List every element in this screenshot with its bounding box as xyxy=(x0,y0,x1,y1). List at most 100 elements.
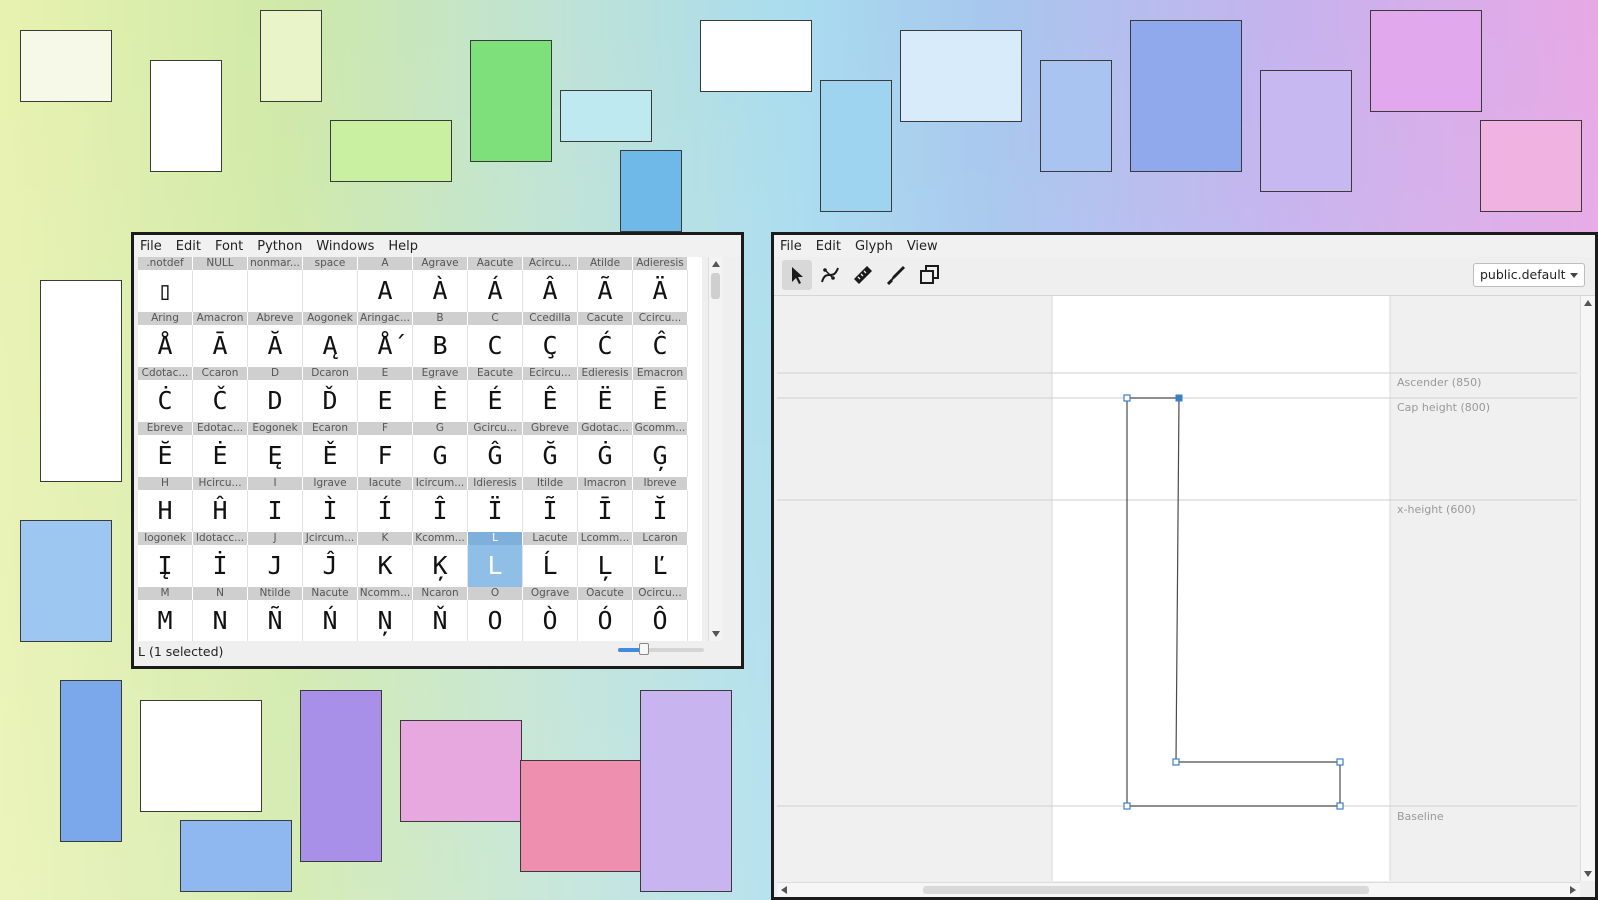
canvas-horizontal-scrollbar[interactable] xyxy=(777,882,1580,897)
glyph-cell[interactable]: Ccircu... Ĉ xyxy=(633,312,688,368)
glyph-cell[interactable]: NULL xyxy=(193,257,248,313)
glyph-cell[interactable]: FF xyxy=(358,422,413,478)
glyph-cell[interactable]: Icircum... Î xyxy=(413,477,468,533)
menu-view[interactable]: View xyxy=(907,239,938,254)
glyph-cell[interactable]: Adieresis Ä xyxy=(633,257,688,313)
slider-knob[interactable] xyxy=(638,643,649,655)
glyph-cell[interactable]: Idieresis Ï xyxy=(468,477,523,533)
glyph-cell[interactable]: KK xyxy=(358,532,413,588)
glyph-cell[interactable]: Lcaron Ľ xyxy=(633,532,688,588)
glyph-cell[interactable]: Gdotac... Ġ xyxy=(578,422,633,478)
menu-edit[interactable]: Edit xyxy=(176,239,201,254)
glyph-cell[interactable]: Ncaron Ň xyxy=(413,587,468,641)
scroll-down-arrow-icon[interactable] xyxy=(712,631,720,637)
glyph-cell[interactable]: Ebreve Ĕ xyxy=(138,422,193,478)
glyph-cell[interactable]: MM xyxy=(138,587,193,641)
glyph-cell[interactable]: Aring Å xyxy=(138,312,193,368)
menu-python[interactable]: Python xyxy=(257,239,302,254)
glyph-cell[interactable]: Eogonek Ę xyxy=(248,422,303,478)
menu-font[interactable]: Font xyxy=(215,239,243,254)
glyph-cell[interactable]: Ocircu... Ô xyxy=(633,587,688,641)
menu-help[interactable]: Help xyxy=(388,239,418,254)
knife-tool-button[interactable] xyxy=(881,260,911,290)
glyph-cell[interactable]: Ecaron Ě xyxy=(303,422,358,478)
glyph-cell[interactable]: Gbreve Ğ xyxy=(523,422,578,478)
glyph-cell[interactable]: Nacute Ń xyxy=(303,587,358,641)
glyph-grid-scrollbar[interactable] xyxy=(708,257,723,641)
menu-file[interactable]: File xyxy=(780,239,802,254)
ruler-tool-button[interactable] xyxy=(848,260,878,290)
glyph-cell[interactable]: Cdotac... Ċ xyxy=(138,367,193,423)
glyph-cell[interactable]: Abreve Ă xyxy=(248,312,303,368)
glyph-cell[interactable]: Atilde Ã xyxy=(578,257,633,313)
glyph-cell[interactable]: Igrave Ì xyxy=(303,477,358,533)
glyph-cell[interactable]: Ibreve Ĭ xyxy=(633,477,688,533)
menu-glyph[interactable]: Glyph xyxy=(855,239,893,254)
layer-dropdown[interactable]: public.default xyxy=(1473,263,1585,287)
on-curve-point[interactable] xyxy=(1172,758,1180,766)
glyph-cell[interactable]: Egrave È xyxy=(413,367,468,423)
glyph-cell[interactable]: NN xyxy=(193,587,248,641)
glyph-cell[interactable]: Ncomm... Ņ xyxy=(358,587,413,641)
on-curve-point[interactable] xyxy=(1336,802,1344,810)
glyph-cell[interactable]: Eacute É xyxy=(468,367,523,423)
glyph-cell[interactable]: Amacron Ā xyxy=(193,312,248,368)
glyph-cell[interactable]: CC xyxy=(468,312,523,368)
scroll-left-arrow-icon[interactable] xyxy=(781,886,787,894)
glyph-cell[interactable]: Hcircu... Ĥ xyxy=(193,477,248,533)
glyph-cell[interactable]: LL xyxy=(468,532,523,588)
glyph-canvas[interactable]: Ascender (850) Cap height (800) x-height… xyxy=(777,296,1577,881)
glyph-cell[interactable]: Gcircu... Ĝ xyxy=(468,422,523,478)
scroll-thumb[interactable] xyxy=(711,273,720,299)
canvas-vertical-scrollbar[interactable] xyxy=(1580,296,1595,881)
glyph-cell[interactable]: Cacute Ć xyxy=(578,312,633,368)
glyph-cell[interactable]: HH xyxy=(138,477,193,533)
glyph-cell[interactable]: Ecircu... Ê xyxy=(523,367,578,423)
scroll-thumb[interactable] xyxy=(923,886,1369,894)
glyph-cell[interactable]: II xyxy=(248,477,303,533)
glyph-cell[interactable]: Imacron Ī xyxy=(578,477,633,533)
glyph-cell[interactable]: Edotac... Ė xyxy=(193,422,248,478)
scroll-down-arrow-icon[interactable] xyxy=(1584,871,1592,877)
glyph-cell[interactable]: Itilde Ĩ xyxy=(523,477,578,533)
on-curve-point[interactable] xyxy=(1123,394,1131,402)
glyph-cell[interactable]: Ccaron Č xyxy=(193,367,248,423)
glyph-cell[interactable]: Ograve Ò xyxy=(523,587,578,641)
components-tool-button[interactable] xyxy=(915,260,945,290)
glyph-cell[interactable]: DD xyxy=(248,367,303,423)
on-curve-point[interactable] xyxy=(1336,758,1344,766)
glyph-cell[interactable]: Jcircum... Ĵ xyxy=(303,532,358,588)
scroll-right-arrow-icon[interactable] xyxy=(1570,886,1576,894)
glyph-cell[interactable]: Ntilde Ñ xyxy=(248,587,303,641)
menu-windows[interactable]: Windows xyxy=(316,239,374,254)
on-curve-point[interactable] xyxy=(1123,802,1131,810)
start-point-selected[interactable] xyxy=(1175,394,1183,402)
glyph-cell[interactable]: Acircu... Â xyxy=(523,257,578,313)
glyph-cell[interactable]: Oacute Ó xyxy=(578,587,633,641)
glyph-cell[interactable]: GG xyxy=(413,422,468,478)
glyph-cell[interactable]: Iacute Í xyxy=(358,477,413,533)
glyph-cell[interactable]: Lcomm... Ļ xyxy=(578,532,633,588)
glyph-cell[interactable]: nonmar... xyxy=(248,257,303,313)
glyph-cell[interactable]: Gcomm... Ģ xyxy=(633,422,688,478)
glyph-cell[interactable]: Lacute Ĺ xyxy=(523,532,578,588)
glyph-cell[interactable]: Kcomm... Ķ xyxy=(413,532,468,588)
glyph-cell[interactable]: Agrave À xyxy=(413,257,468,313)
glyph-cell[interactable]: Aacute Á xyxy=(468,257,523,313)
glyph-cell[interactable]: BB xyxy=(413,312,468,368)
glyph-cell[interactable]: Aogonek Ą xyxy=(303,312,358,368)
scroll-up-arrow-icon[interactable] xyxy=(712,261,720,267)
menu-edit[interactable]: Edit xyxy=(816,239,841,254)
scroll-up-arrow-icon[interactable] xyxy=(1584,300,1592,306)
pen-tool-button[interactable] xyxy=(815,260,845,290)
glyph-cell[interactable]: Iogonek Į xyxy=(138,532,193,588)
glyph-size-slider[interactable] xyxy=(618,643,704,655)
glyph-cell[interactable]: Edieresis Ë xyxy=(578,367,633,423)
glyph-cell[interactable]: Ccedilla Ç xyxy=(523,312,578,368)
glyph-cell[interactable]: JJ xyxy=(248,532,303,588)
glyph-cell[interactable]: Dcaron Ď xyxy=(303,367,358,423)
glyph-cell[interactable]: Emacron Ē xyxy=(633,367,688,423)
menu-file[interactable]: File xyxy=(140,239,162,254)
selection-tool-button[interactable] xyxy=(782,260,812,290)
glyph-cell[interactable]: Idotacc... İ xyxy=(193,532,248,588)
